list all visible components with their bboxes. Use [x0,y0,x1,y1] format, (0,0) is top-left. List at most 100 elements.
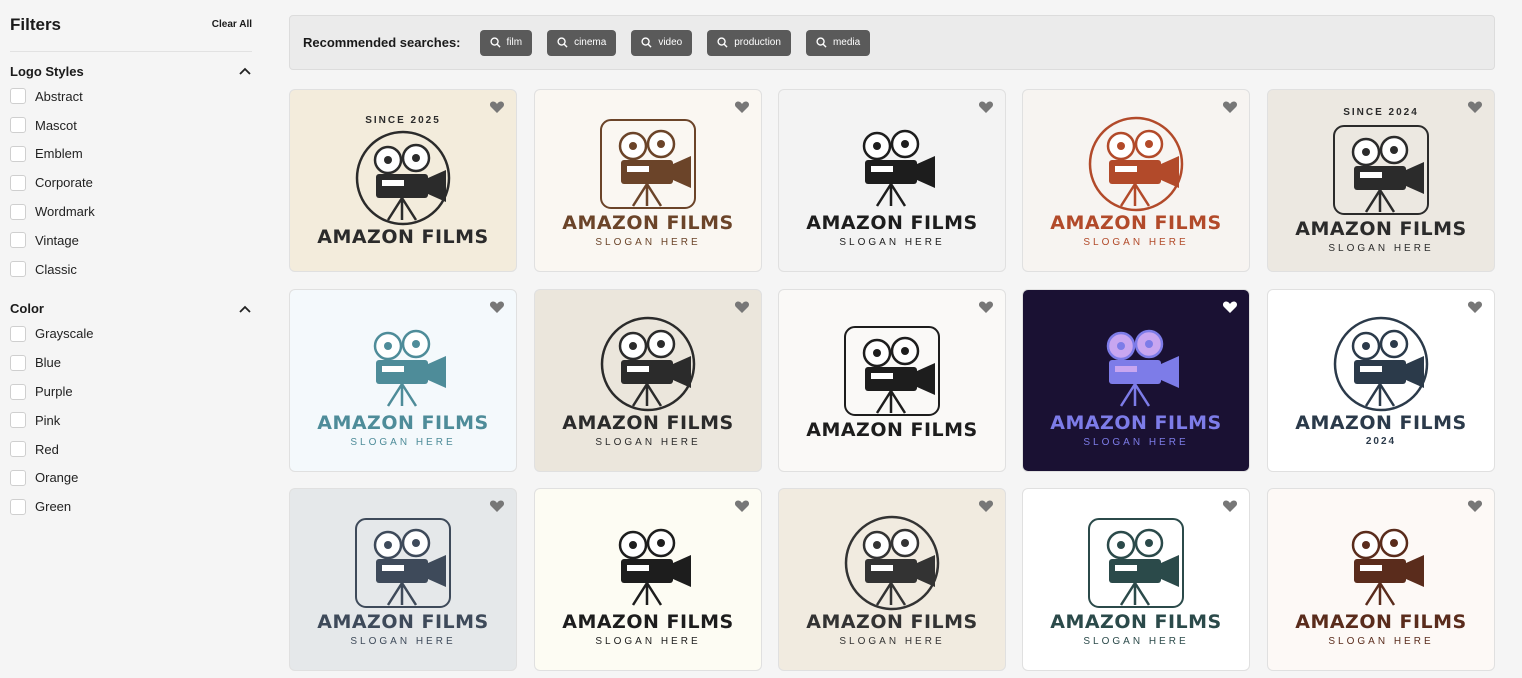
chevron-up-icon [238,64,252,78]
brand-name: AMAZON FILMS [1050,610,1222,633]
heart-icon[interactable] [978,99,994,115]
style-option-classic[interactable]: Classic [10,255,252,284]
heart-icon[interactable] [978,498,994,514]
brand-name: AMAZON FILMS [806,610,978,633]
clear-all-button[interactable]: Clear All [212,19,252,30]
color-checkbox[interactable] [10,498,26,515]
search-chip-cinema[interactable]: cinema [547,29,617,56]
logo-card[interactable]: AMAZON FILMS SLOGAN HERE [534,488,762,671]
style-checkbox[interactable] [10,88,26,105]
style-option-vintage[interactable]: Vintage [10,226,252,255]
logo-styles-toggle[interactable]: Logo Styles [10,60,252,82]
search-icon [816,37,827,48]
color-option-grayscale[interactable]: Grayscale [10,320,252,349]
color-title: Color [10,301,44,317]
logo-card[interactable]: AMAZON FILMS SLOGAN HERE [778,89,1006,272]
logo-card[interactable]: AMAZON FILMS SLOGAN HERE [1022,488,1250,671]
style-checkbox[interactable] [10,203,26,220]
logo-card[interactable]: AMAZON FILMS SLOGAN HERE [289,289,517,472]
color-checkbox[interactable] [10,412,26,429]
brand-name: AMAZON FILMS [562,411,734,434]
style-option-corporate[interactable]: Corporate [10,168,252,197]
logo-card[interactable]: AMAZON FILMS SLOGAN HERE [289,488,517,671]
heart-icon[interactable] [1222,498,1238,514]
brand-name: AMAZON FILMS [317,610,489,633]
color-option-orange[interactable]: Orange [10,464,252,493]
logo-styles-section: Logo Styles Abstract Mascot Emblem Corporat… [10,60,252,284]
camera-logo-graphic [1088,116,1184,211]
color-options: Grayscale Blue Purple Pink Red Orange Green [10,320,252,522]
badge-top-text: SINCE 2025 [365,114,441,126]
search-icon [489,37,501,48]
color-checkbox[interactable] [10,325,26,342]
heart-icon[interactable] [1467,299,1483,315]
color-option-pink[interactable]: Pink [10,406,252,435]
style-option-label: Classic [35,261,77,277]
heart-icon[interactable] [1467,498,1483,514]
logo-card[interactable]: AMAZON FILMS SLOGAN HERE [534,289,762,472]
heart-icon[interactable] [1222,299,1238,315]
badge-top-text: SINCE 2024 [1343,107,1419,118]
logo-card[interactable]: SINCE 2024 AMAZON FILMS SLOGAN HERE [1267,89,1495,272]
color-toggle[interactable]: Color [10,298,252,320]
color-section: Color Grayscale Blue Purple Pink Red Orange Gr… [10,298,252,522]
style-checkbox[interactable] [10,174,26,191]
color-checkbox[interactable] [10,354,26,371]
heart-icon[interactable] [1467,99,1483,115]
slogan-text: SLOGAN HERE [1083,635,1189,647]
search-chip-media[interactable]: media [805,29,871,56]
camera-logo-graphic [844,515,940,610]
color-checkbox[interactable] [10,469,26,486]
slogan-text: SLOGAN HERE [1083,436,1189,448]
color-checkbox[interactable] [10,441,26,458]
search-chip-production[interactable]: production [707,29,791,56]
search-chip-video[interactable]: video [631,29,693,56]
slogan-text: SLOGAN HERE [350,436,456,448]
search-chip-film[interactable]: film [479,29,533,56]
color-option-green[interactable]: Green [10,492,252,521]
logo-card[interactable]: AMAZON FILMS SLOGAN HERE [1022,289,1250,472]
logo-styles-options: Abstract Mascot Emblem Corporate Wordmark Vin… [10,82,252,284]
color-option-label: Blue [35,355,62,371]
heart-icon[interactable] [978,299,994,315]
camera-logo-graphic [1333,316,1429,412]
color-option-red[interactable]: Red [10,435,252,464]
style-option-label: Vintage [35,232,79,248]
color-option-purple[interactable]: Purple [10,377,252,406]
camera-logo-graphic [1333,125,1429,215]
logo-card[interactable]: AMAZON FILMS SLOGAN HERE [778,488,1006,671]
recommended-searches-bar: Recommended searches: film cinema video pro… [289,15,1495,70]
recommended-chips: film cinema video production media [479,29,886,56]
style-option-abstract[interactable]: Abstract [10,82,252,111]
logo-card[interactable]: AMAZON FILMS SLOGAN HERE [1022,89,1250,272]
logo-card[interactable]: AMAZON FILMS 2024 [1267,289,1495,472]
style-checkbox[interactable] [10,232,26,249]
logo-card[interactable]: AMAZON FILMS SLOGAN HERE [1267,488,1495,671]
recommended-label: Recommended searches: [303,35,461,50]
logo-card[interactable]: SINCE 2025 AMAZON FILMS [289,89,517,272]
logo-card[interactable]: AMAZON FILMS SLOGAN HERE [534,89,762,272]
color-option-label: Purple [35,384,73,400]
style-option-mascot[interactable]: Mascot [10,111,252,140]
style-checkbox[interactable] [10,145,26,162]
heart-icon[interactable] [734,299,750,315]
style-checkbox[interactable] [10,117,26,134]
search-chip-label: media [832,37,861,48]
camera-logo-graphic [355,130,451,225]
style-checkbox[interactable] [10,261,26,278]
color-option-blue[interactable]: Blue [10,348,252,377]
heart-icon[interactable] [734,498,750,514]
color-checkbox[interactable] [10,383,26,400]
heart-icon[interactable] [734,99,750,115]
slogan-text: SLOGAN HERE [350,635,456,647]
heart-icon[interactable] [489,498,505,514]
camera-logo-graphic [600,118,696,209]
brand-name: AMAZON FILMS [1050,411,1222,434]
logo-card[interactable]: AMAZON FILMS [778,289,1006,472]
style-option-wordmark[interactable]: Wordmark [10,197,252,226]
heart-icon[interactable] [489,299,505,315]
heart-icon[interactable] [1222,99,1238,115]
style-option-emblem[interactable]: Emblem [10,140,252,169]
heart-icon[interactable] [489,99,505,115]
style-option-label: Corporate [35,175,93,191]
